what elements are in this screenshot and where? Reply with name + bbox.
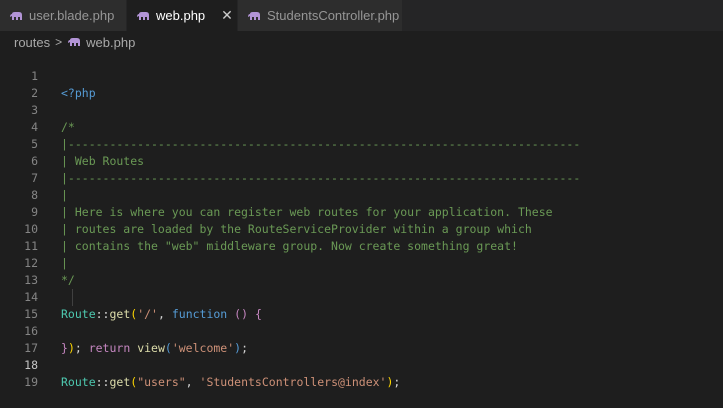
code-line: 7 | — [0, 153, 723, 202]
code-line: 4 |-------------------------------------… — [0, 102, 723, 151]
tab-bar: user.blade.php web.php ✕ StudentsControl… — [0, 0, 723, 31]
string-literal: 'StudentsControllers@index' — [199, 375, 387, 389]
tab-user-blade-php[interactable]: user.blade.php — [0, 0, 127, 31]
close-icon[interactable]: ✕ — [221, 7, 233, 24]
breadcrumb-file[interactable]: web.php — [86, 35, 135, 50]
chevron-right-icon: > — [55, 35, 63, 49]
code-line: 14 Route::get('/', function () { — [0, 272, 723, 321]
tab-label: user.blade.php — [29, 8, 115, 23]
string-literal: "users" — [137, 375, 186, 389]
php-elephant-icon — [10, 11, 23, 21]
code-line: 15 return view('welcome'); — [0, 289, 723, 355]
php-elephant-icon — [248, 11, 261, 21]
code-line: 8 | Here is where you can register web r… — [0, 170, 723, 219]
code-line: 11 | — [0, 221, 723, 270]
php-elephant-icon — [68, 37, 81, 47]
code-line: 5 | Web Routes — [0, 119, 723, 168]
line-number: 19 — [24, 375, 38, 389]
code-line: 9 | routes are loaded by the RouteServic… — [0, 187, 723, 236]
breadcrumb: routes > web.php — [0, 31, 723, 53]
code-line: 6 |-------------------------------------… — [0, 136, 723, 185]
code-editor[interactable]: 1 <?php 2 3 /* 4 |----------------------… — [0, 51, 723, 389]
breadcrumb-folder[interactable]: routes — [14, 35, 50, 50]
php-elephant-icon — [137, 11, 150, 21]
tab-students-controller-php[interactable]: StudentsController.php — [238, 0, 403, 31]
operator: :: — [95, 375, 110, 389]
code-line: 19 — [0, 357, 723, 389]
paren: ( — [130, 375, 138, 389]
tab-web-php[interactable]: web.php ✕ — [127, 0, 238, 31]
code-line: 10 | contains the "web" middleware group… — [0, 204, 723, 253]
code-line: 2 — [0, 68, 723, 100]
code-line: 17 — [0, 323, 723, 355]
tab-label: web.php — [156, 8, 206, 23]
code-line: 16 }); — [0, 306, 723, 355]
method-name: get — [109, 375, 131, 389]
comma: , — [185, 375, 200, 389]
code-line: 13 — [0, 255, 723, 287]
tab-label: StudentsController.php — [267, 8, 400, 23]
code-line: 12 */ — [0, 238, 723, 287]
paren: ) — [386, 375, 394, 389]
code-line: 1 <?php — [0, 51, 723, 100]
code-line-current: 18 Route::get("users", 'StudentsControll… — [0, 340, 723, 389]
semicolon: ; — [393, 375, 401, 389]
class-name: Route — [61, 375, 96, 389]
indent-guide — [72, 289, 73, 306]
code-line: 3 /* — [0, 85, 723, 134]
